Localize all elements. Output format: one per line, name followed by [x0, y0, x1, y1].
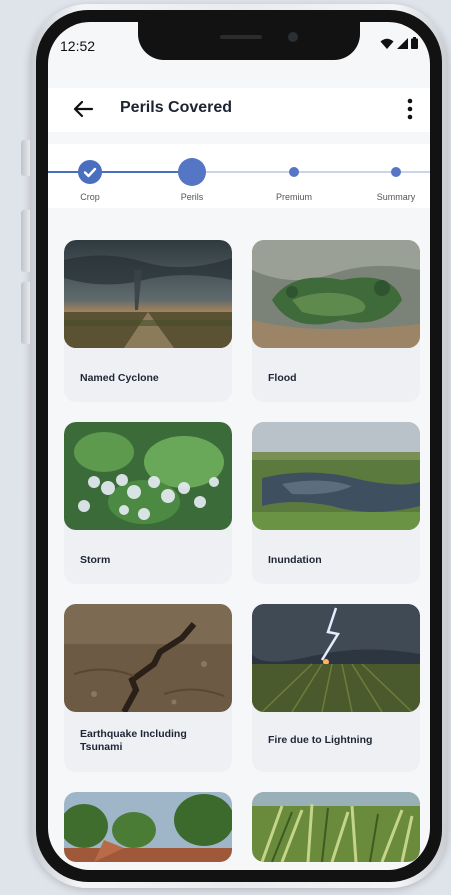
step-label: Summary [376, 192, 416, 202]
step-done-indicator [78, 160, 102, 184]
peril-card-flood[interactable]: Flood [252, 240, 420, 402]
cracked-soil-image [64, 604, 232, 712]
phone-screen: 12:52 Perils Covered Crop Perils Premium… [48, 22, 430, 870]
landslide-image [64, 792, 232, 862]
volume-down-button [21, 282, 30, 344]
app-bar: Perils Covered [48, 88, 430, 132]
peril-label: Earthquake Including Tsunami [80, 728, 187, 753]
peril-label: Storm [80, 554, 111, 566]
lightning-crops-image [252, 604, 420, 712]
arrow-left-icon[interactable] [72, 98, 94, 120]
step-label: Perils [180, 192, 204, 202]
peril-card-storm[interactable]: Storm [64, 422, 232, 584]
battery-icon [411, 37, 418, 49]
camera [288, 32, 298, 42]
flood-image [252, 240, 420, 348]
step-label: Premium [275, 192, 312, 202]
speaker [220, 35, 262, 39]
signal-icon [397, 37, 408, 49]
waterlogged-field-image [252, 422, 420, 530]
peril-label: Flood [268, 372, 297, 384]
step-label: Crop [80, 192, 100, 202]
status-time: 12:52 [60, 38, 96, 54]
step-line-complete [48, 171, 198, 173]
peril-label: Inundation [268, 554, 322, 566]
peril-label: Fire due to Lightning [268, 734, 373, 746]
step-active-indicator [178, 158, 206, 186]
tornado-image [64, 240, 232, 348]
notch [138, 22, 360, 60]
hail-leaves-image [64, 422, 232, 530]
peril-card-earthquake[interactable]: Earthquake Including Tsunami [64, 604, 232, 772]
check-icon [83, 167, 97, 178]
peril-card-inundation[interactable]: Inundation [252, 422, 420, 584]
more-vertical-icon[interactable] [406, 96, 414, 122]
mute-switch [21, 140, 30, 176]
page-title: Perils Covered [120, 99, 233, 116]
peril-card-fire-lightning[interactable]: Fire due to Lightning [252, 604, 420, 772]
peril-label: Named Cyclone [80, 372, 159, 384]
step-pending-indicator [391, 167, 401, 177]
peril-card-landslide[interactable] [64, 792, 232, 862]
crop-damage-image [252, 792, 420, 862]
status-icons [380, 37, 418, 49]
volume-up-button [21, 210, 30, 272]
peril-card-pest[interactable] [252, 792, 420, 862]
step-pending-indicator [289, 167, 299, 177]
progress-stepper: Crop Perils Premium Summary [48, 144, 430, 208]
peril-card-named-cyclone[interactable]: Named Cyclone [64, 240, 232, 402]
wifi-icon [380, 38, 394, 49]
